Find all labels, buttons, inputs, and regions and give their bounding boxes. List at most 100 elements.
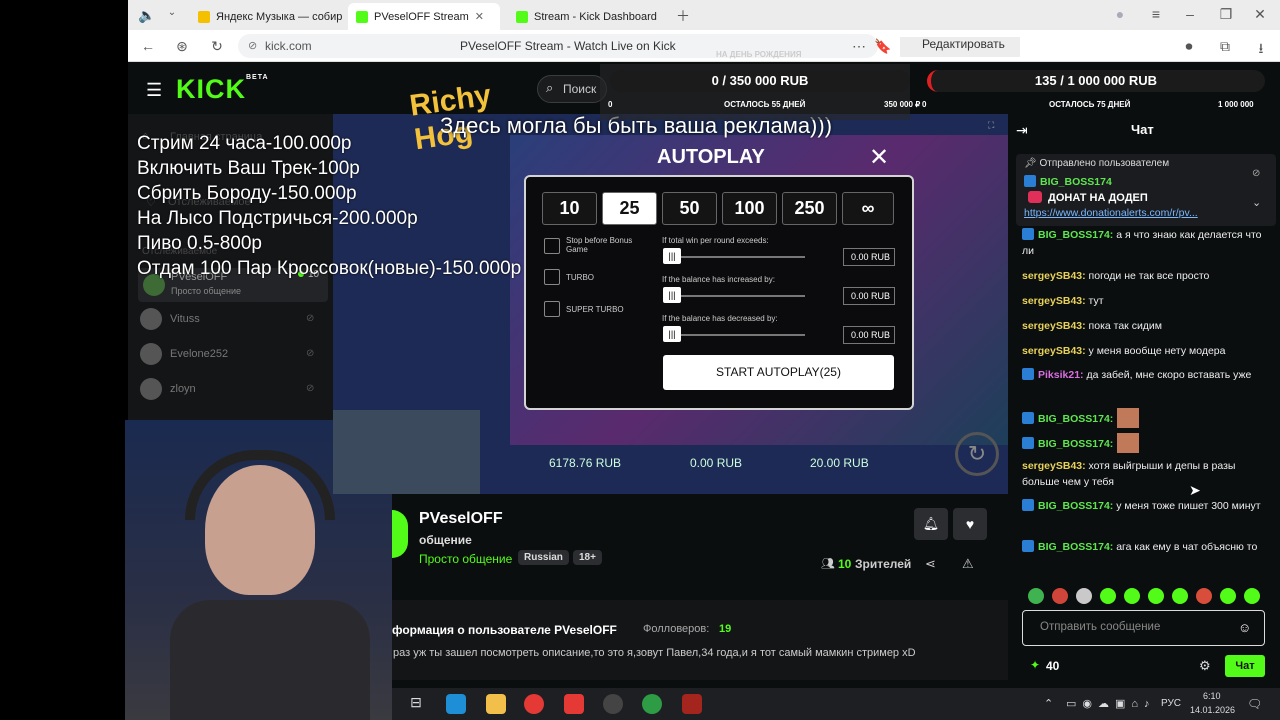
win-slider-handle[interactable]: ||| — [663, 248, 681, 264]
chat-username[interactable]: sergeySB43: — [1022, 270, 1086, 282]
shield-icon[interactable]: ⊛ — [174, 38, 190, 55]
edit-button[interactable]: Редактировать — [900, 37, 1020, 57]
tab-pveseloff-stream[interactable]: PVeselOFF Stream ✕ — [348, 3, 500, 30]
start-autoplay-button[interactable]: START AUTOPLAY(25) — [663, 355, 894, 390]
notifications-icon[interactable]: 🗨︎ — [1247, 697, 1262, 711]
emote-icon[interactable] — [1220, 588, 1236, 604]
collapse-chat-icon[interactable]: ⇥ — [1016, 122, 1028, 139]
donation-icon — [1028, 191, 1042, 203]
fullscreen-icon[interactable]: ⛶ — [988, 120, 994, 131]
language-indicator[interactable]: РУС — [1161, 698, 1181, 709]
chat-username[interactable]: BIG_BOSS174: — [1038, 541, 1113, 553]
chat-username[interactable]: BIG_BOSS174: — [1038, 438, 1113, 450]
kick-logo[interactable]: KICKBETA — [176, 74, 269, 105]
close-icon[interactable]: ✕ — [869, 143, 889, 172]
new-tab-icon[interactable]: ＋ — [675, 6, 691, 26]
hamburger-icon[interactable]: ☰ — [146, 80, 162, 101]
tag-russian[interactable]: Russian — [518, 550, 569, 565]
chat-input-placeholder: Отправить сообщение — [1040, 621, 1161, 633]
stream-category[interactable]: Просто общение — [419, 552, 512, 566]
report-icon[interactable]: ⚠ — [962, 556, 974, 572]
decrease-limit-input[interactable]: 0.00 RUB — [843, 326, 895, 344]
chrome-icon[interactable] — [642, 694, 662, 714]
increase-limit-input[interactable]: 0.00 RUB — [843, 287, 895, 305]
sidebar-item-zloyn[interactable]: zloyn — [140, 375, 196, 403]
emote-icon[interactable] — [1076, 588, 1092, 604]
close-icon[interactable]: ✕ — [475, 10, 484, 23]
speaker-icon[interactable]: 🔈 — [138, 7, 155, 24]
restore-icon[interactable]: ❐ — [1218, 6, 1234, 23]
bookmark-icon[interactable]: 🔖 — [874, 38, 891, 55]
decrease-slider-handle[interactable]: ||| — [663, 326, 681, 342]
stop-before-bonus-checkbox[interactable] — [544, 238, 560, 254]
spin-icon[interactable]: ↻ — [955, 432, 999, 476]
extensions-icon[interactable]: ⧉ — [1218, 38, 1232, 55]
edge-icon[interactable] — [446, 694, 466, 714]
task-view-icon[interactable]: ⊟ — [406, 694, 426, 714]
emote-icon[interactable] — [1028, 588, 1044, 604]
chat-username[interactable]: Piksik21: — [1038, 369, 1084, 381]
autoplay-option-25[interactable]: 25 — [602, 192, 657, 225]
emote-icon[interactable] — [1244, 588, 1260, 604]
increase-slider-handle[interactable]: ||| — [663, 287, 681, 303]
tray-chevron-icon[interactable]: ⌃ — [1044, 697, 1053, 710]
reload-icon[interactable]: ↻ — [209, 38, 225, 55]
chat-username[interactable]: sergeySB43: — [1022, 295, 1086, 307]
autoplay-option-infinite[interactable]: ∞ — [842, 192, 894, 225]
chat-username[interactable]: BIG_BOSS174: — [1038, 413, 1113, 425]
share-icon[interactable]: ⋖ — [925, 556, 936, 572]
chat-username[interactable]: BIG_BOSS174: — [1038, 229, 1113, 241]
tray-icons[interactable]: ▭◉☁▣⌂♪ — [1066, 697, 1156, 710]
follow-button[interactable]: ♥ — [953, 508, 987, 540]
autoplay-option-100[interactable]: 100 — [722, 192, 777, 225]
sidebar-item-evelone252[interactable]: Evelone252 — [140, 340, 228, 368]
yandex-icon[interactable] — [564, 694, 584, 714]
super-turbo-checkbox[interactable] — [544, 301, 560, 317]
emote-icon[interactable] — [1124, 588, 1140, 604]
chat-send-button[interactable]: Чат — [1225, 655, 1265, 677]
gear-icon[interactable]: ⚙ — [1199, 658, 1211, 674]
pinned-link[interactable]: https://www.donationalerts.com/r/pv... — [1024, 207, 1198, 219]
chat-username[interactable]: BIG_BOSS174: — [1038, 500, 1113, 512]
chat-username[interactable]: sergeySB43: — [1022, 460, 1086, 472]
tag-18plus[interactable]: 18+ — [573, 550, 602, 565]
more-icon[interactable]: ⋯ — [852, 38, 866, 55]
autoplay-option-10[interactable]: 10 — [542, 192, 597, 225]
win-limit-input[interactable]: 0.00 RUB — [843, 248, 895, 266]
chat-username[interactable]: sergeySB43: — [1022, 320, 1086, 332]
sidebar-item-vituss[interactable]: Vituss — [140, 305, 200, 333]
window-close-icon[interactable]: ✕ — [1252, 6, 1268, 23]
menu-icon[interactable]: ≡ — [1148, 6, 1164, 22]
clock-time[interactable]: 6:10 — [1203, 691, 1221, 701]
notification-bell-button[interactable]: 🔔︎ — [914, 508, 948, 540]
obs-icon[interactable] — [603, 694, 623, 714]
autoplay-option-50[interactable]: 50 — [662, 192, 717, 225]
back-icon[interactable]: ← — [140, 38, 156, 54]
emote-icon[interactable] — [1196, 588, 1212, 604]
profile-icon[interactable]: ● — [1112, 6, 1128, 22]
chat-points[interactable]: 40 — [1046, 659, 1059, 673]
emote-icon[interactable] — [1148, 588, 1164, 604]
screenshot-icon[interactable]: ⏺ — [1182, 38, 1196, 55]
autoplay-option-250[interactable]: 250 — [782, 192, 837, 225]
tab-kick-dashboard[interactable]: Stream - Kick Dashboard — [508, 3, 668, 30]
overlay-line: Пиво 0.5-800р — [137, 233, 263, 254]
minimize-icon[interactable]: – — [1182, 6, 1198, 22]
emote-icon[interactable] — [1172, 588, 1188, 604]
emote-icon[interactable] — [1100, 588, 1116, 604]
unpin-icon[interactable]: ⊘ — [1252, 168, 1260, 179]
tab-yandex-music[interactable]: Яндекс Музыка — собира — [190, 3, 342, 30]
url-text[interactable]: kick.com — [265, 39, 312, 53]
channel-name[interactable]: PVeselOFF — [419, 510, 503, 528]
emoji-icon[interactable]: ☺ — [1238, 620, 1251, 635]
turbo-checkbox[interactable] — [544, 269, 560, 285]
chat-username[interactable]: sergeySB43: — [1022, 345, 1086, 357]
yandex-browser-icon[interactable] — [524, 694, 544, 714]
chevron-down-icon[interactable]: ⌄ — [1252, 196, 1261, 209]
chevron-down-icon[interactable]: ⌄ — [165, 7, 179, 18]
emote-icon[interactable] — [1052, 588, 1068, 604]
dota-icon[interactable] — [682, 694, 702, 714]
download-icon[interactable]: ⭳ — [1254, 38, 1268, 62]
clock-date[interactable]: 14.01.2026 — [1190, 705, 1235, 715]
explorer-icon[interactable] — [486, 694, 506, 714]
